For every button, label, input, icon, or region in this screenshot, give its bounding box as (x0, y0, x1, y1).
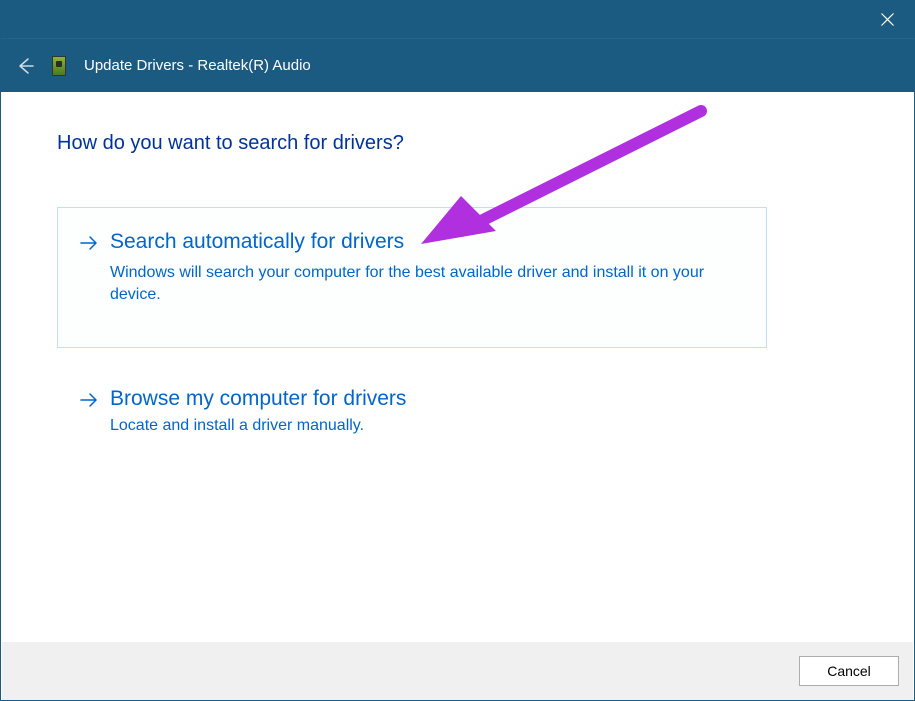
option-text: Search automatically for drivers Windows… (110, 230, 730, 307)
option-title: Browse my computer for drivers (110, 387, 406, 411)
page-heading: How do you want to search for drivers? (57, 132, 858, 155)
header-bar: Update Drivers - Realtek(R) Audio (1, 38, 914, 92)
back-arrow-icon (16, 57, 34, 75)
option-text: Browse my computer for drivers Locate an… (110, 387, 406, 437)
option-search-automatically[interactable]: Search automatically for drivers Windows… (57, 207, 767, 348)
arrow-right-icon (80, 234, 98, 257)
option-title: Search automatically for drivers (110, 230, 730, 254)
arrow-right-icon (80, 391, 98, 414)
window-title: Update Drivers - Realtek(R) Audio (84, 57, 311, 74)
option-description: Windows will search your computer for th… (110, 262, 730, 307)
footer-bar: Cancel (2, 642, 913, 700)
options-list: Search automatically for drivers Windows… (57, 207, 858, 438)
content-area: How do you want to search for drivers? S… (1, 92, 914, 438)
titlebar (1, 1, 914, 38)
close-icon (881, 13, 894, 26)
cancel-button[interactable]: Cancel (799, 656, 899, 686)
option-description: Locate and install a driver manually. (110, 415, 406, 437)
device-icon (52, 56, 66, 76)
close-button[interactable] (860, 1, 914, 38)
back-button[interactable] (16, 57, 34, 75)
option-browse-computer[interactable]: Browse my computer for drivers Locate an… (57, 386, 767, 438)
